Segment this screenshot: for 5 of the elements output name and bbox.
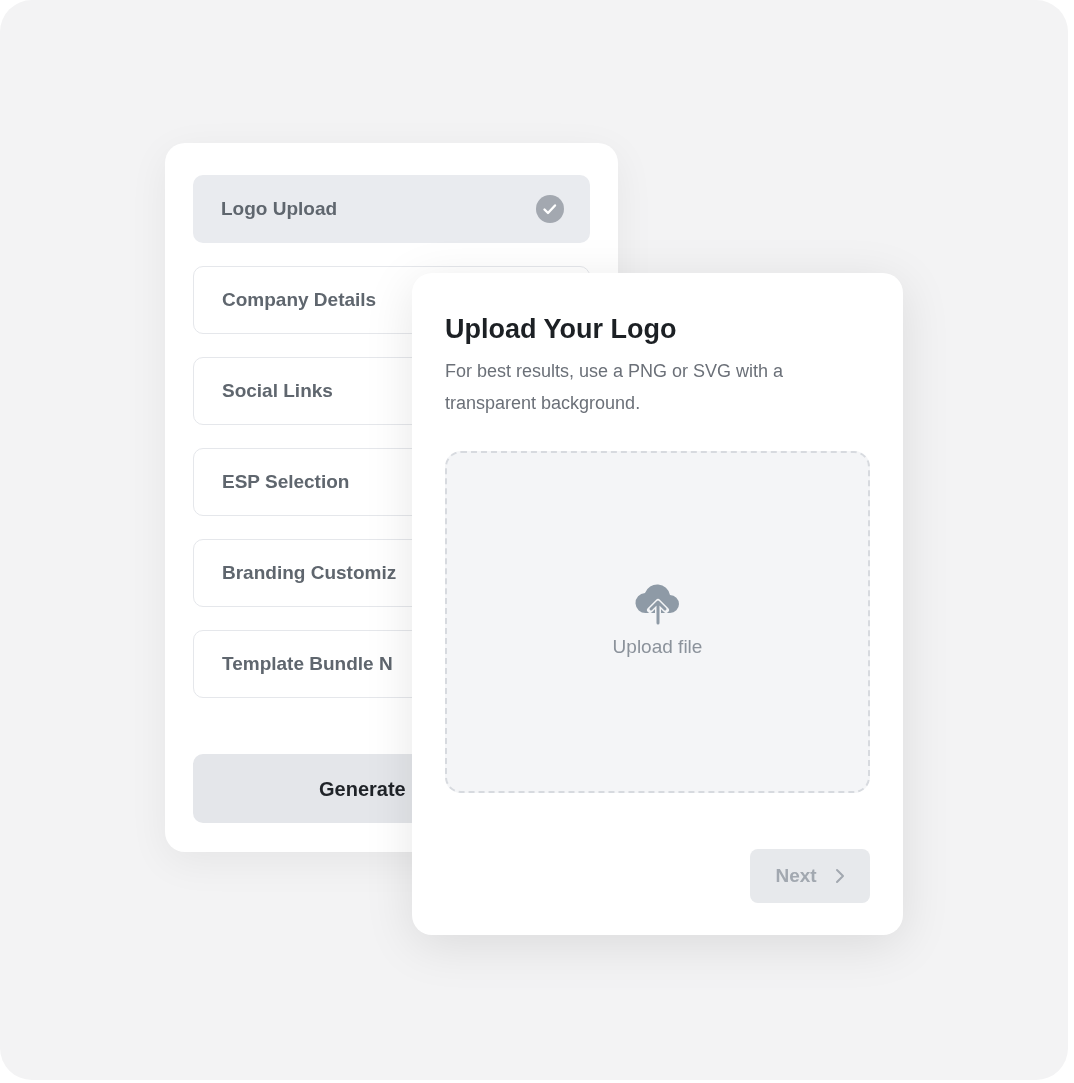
upload-label: Upload file — [612, 634, 703, 659]
check-icon — [536, 195, 564, 223]
upload-dropzone[interactable]: Upload file — [445, 451, 870, 793]
chevron-right-icon — [834, 868, 845, 884]
step-item[interactable]: Logo Upload — [193, 175, 590, 243]
